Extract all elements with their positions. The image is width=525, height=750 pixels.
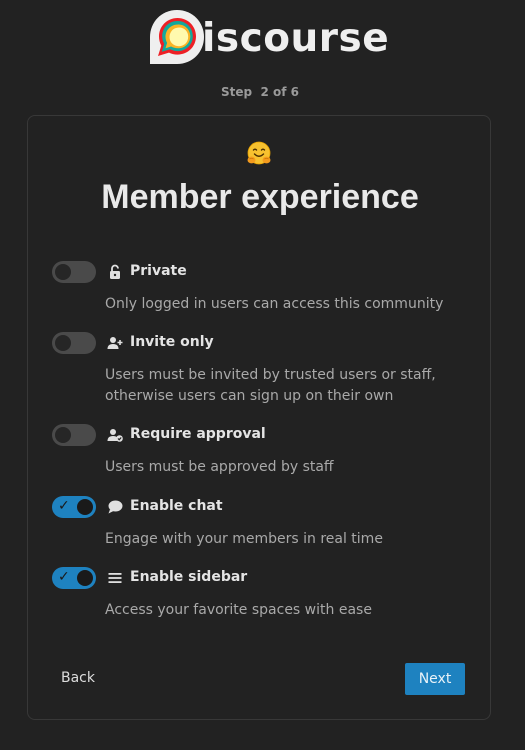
bars-icon <box>107 570 123 586</box>
page-title: Member experience <box>101 178 419 216</box>
option-description: Only logged in users can access this com… <box>105 296 444 312</box>
option-label: Require approval <box>130 426 266 442</box>
back-button[interactable]: Back <box>61 670 95 686</box>
option-label: Invite only <box>130 334 214 350</box>
option-description: Engage with your members in real time <box>105 531 383 547</box>
require-approval-toggle[interactable]: ✓ <box>52 424 96 446</box>
enable-sidebar-toggle[interactable]: ✓ <box>52 567 96 589</box>
enable-chat-toggle[interactable]: ✓ <box>52 496 96 518</box>
check-icon: ✓ <box>58 498 70 514</box>
user-plus-icon <box>107 335 123 351</box>
option-description: Access your favorite spaces with ease <box>105 602 372 618</box>
discourse-logo: iscourse <box>148 7 389 67</box>
comment-icon <box>107 499 123 515</box>
toggle-knob <box>77 570 93 586</box>
private-toggle[interactable]: ✓ <box>52 261 96 283</box>
option-label: Private <box>130 263 187 279</box>
toggle-knob <box>55 427 71 443</box>
option-label: Enable chat <box>130 498 223 514</box>
logo-wordmark: iscourse <box>202 15 390 61</box>
invite-only-toggle[interactable]: ✓ <box>52 332 96 354</box>
option-label: Enable sidebar <box>130 569 248 585</box>
option-description: Users must be invited by trusted users o… <box>105 367 436 404</box>
option-description: Users must be approved by staff <box>105 459 334 475</box>
step-indicator: Step 2 of 6 <box>221 85 299 99</box>
toggle-knob <box>55 335 71 351</box>
toggle-knob <box>77 499 93 515</box>
hugging-face-emoji <box>244 139 274 169</box>
discourse-logo-icon <box>148 8 206 66</box>
toggle-knob <box>55 264 71 280</box>
next-button[interactable]: Next <box>405 663 465 695</box>
user-check-icon <box>107 427 123 443</box>
unlock-icon <box>107 264 123 280</box>
check-icon: ✓ <box>58 569 70 585</box>
wizard-header: iscourse Step 2 of 6 <box>0 0 525 110</box>
